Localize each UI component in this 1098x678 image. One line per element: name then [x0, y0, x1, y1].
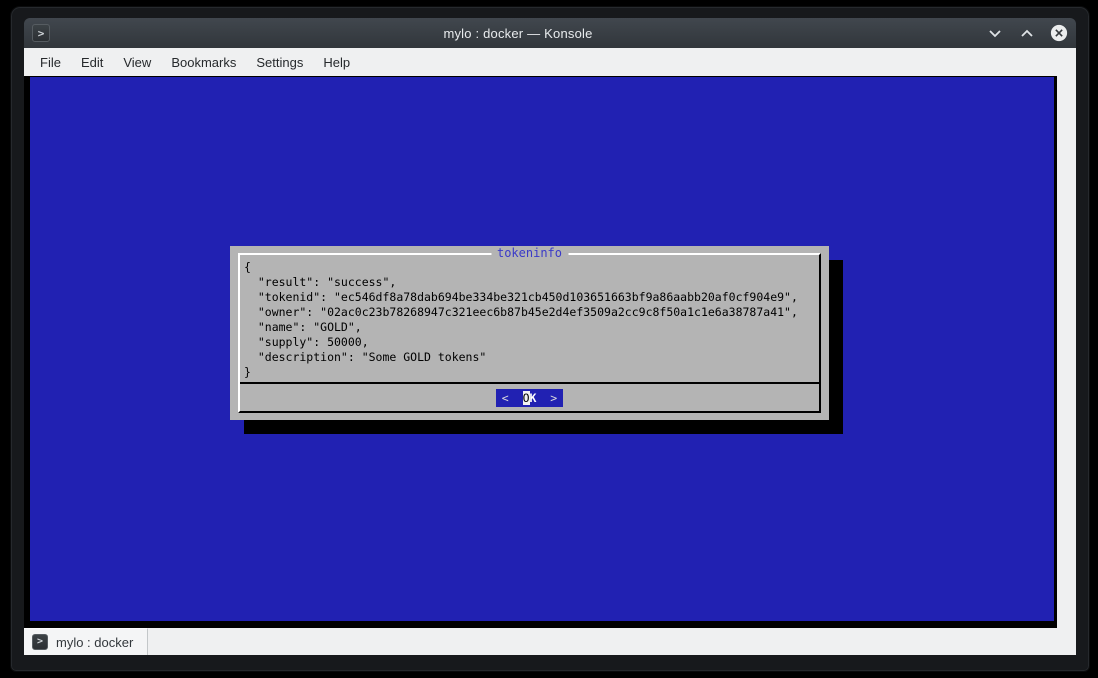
menu-view[interactable]: View	[113, 51, 161, 74]
json-line: "tokenid": "ec546df8a78dab694be334be321c…	[244, 290, 815, 305]
ok-hotkey-cursor: O	[523, 391, 530, 405]
terminal-viewport[interactable]: tokeninfo { "result": "success", "tokeni…	[24, 76, 1076, 628]
json-line: "supply": 50000,	[244, 335, 815, 350]
json-line: "description": "Some GOLD tokens"	[244, 350, 815, 365]
json-line: "owner": "02ac0c23b78268947c321eec6b87b4…	[244, 305, 815, 320]
menu-edit[interactable]: Edit	[71, 51, 113, 74]
json-line: {	[244, 260, 815, 275]
close-icon	[1050, 23, 1068, 43]
chevron-down-icon	[988, 28, 1002, 38]
menu-file[interactable]: File	[30, 51, 71, 74]
window-controls	[986, 24, 1068, 42]
ok-bracket-left: <	[502, 391, 523, 405]
dialog-title: tokeninfo	[491, 246, 568, 260]
json-line: "name": "GOLD",	[244, 320, 815, 335]
window-titlebar[interactable]: > mylo : docker — Konsole	[24, 18, 1076, 48]
tab-konsole-icon: >	[32, 634, 48, 650]
ok-button[interactable]: < OK >	[496, 389, 563, 407]
tab-label: mylo : docker	[56, 635, 133, 650]
desktop: > mylo : docker — Konsole	[0, 0, 1098, 678]
konsole-app-icon: >	[32, 24, 50, 42]
tokeninfo-dialog: tokeninfo { "result": "success", "tokeni…	[230, 246, 829, 420]
tab-mylo-docker[interactable]: > mylo : docker	[24, 628, 148, 655]
tab-bar: > mylo : docker	[24, 628, 1076, 655]
dialog-json-output: { "result": "success", "tokenid": "ec546…	[240, 255, 819, 382]
window-title: mylo : docker — Konsole	[50, 26, 986, 41]
minimize-button[interactable]	[986, 24, 1004, 42]
konsole-app-icon-glyph: >	[38, 28, 45, 39]
dialog-box: { "result": "success", "tokenid": "ec546…	[238, 253, 821, 413]
json-line: }	[244, 365, 815, 380]
chevron-up-icon	[1020, 28, 1034, 38]
ok-bracket-right: >	[536, 391, 557, 405]
menu-help[interactable]: Help	[313, 51, 360, 74]
ncurses-screen: tokeninfo { "result": "success", "tokeni…	[30, 77, 1054, 621]
menu-bar: File Edit View Bookmarks Settings Help	[24, 48, 1076, 76]
json-line: "result": "success",	[244, 275, 815, 290]
dialog-button-row: < OK >	[240, 384, 819, 411]
tab-konsole-icon-glyph: >	[37, 637, 43, 647]
scrollbar-track[interactable]	[1057, 76, 1076, 628]
maximize-button[interactable]	[1018, 24, 1036, 42]
close-button[interactable]	[1050, 24, 1068, 42]
menu-bookmarks[interactable]: Bookmarks	[161, 51, 246, 74]
konsole-window: > mylo : docker — Konsole	[10, 6, 1090, 672]
menu-settings[interactable]: Settings	[246, 51, 313, 74]
